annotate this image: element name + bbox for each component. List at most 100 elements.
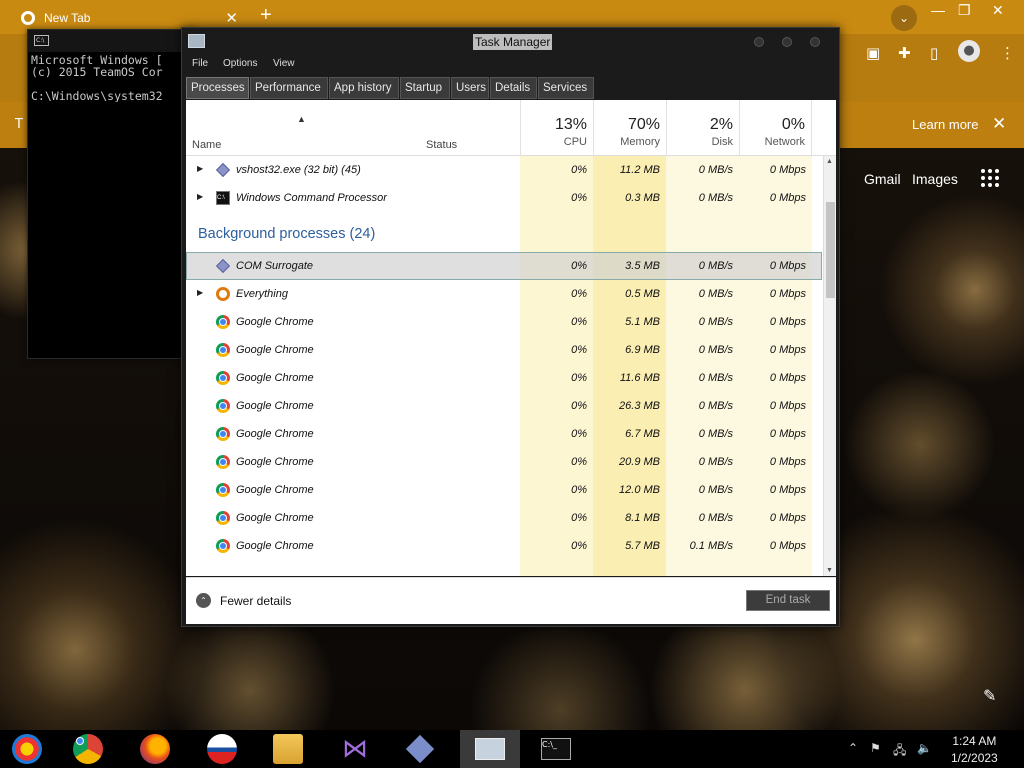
process-network: 0 Mbps <box>769 484 806 496</box>
chrome-icon <box>216 483 230 497</box>
cmd-titlebar[interactable]: C:\ <box>28 30 196 52</box>
process-cpu: 0% <box>571 164 587 176</box>
chrome-tab-icon <box>21 11 35 25</box>
process-network: 0 Mbps <box>769 288 806 300</box>
tab-users[interactable]: Users <box>451 77 489 99</box>
header-network[interactable]: 0% Network <box>739 100 812 156</box>
visual-studio-icon[interactable]: ⋈ <box>340 734 370 764</box>
process-row[interactable]: Google Chrome 0% 26.3 MB 0 MB/s 0 Mbps <box>186 392 822 420</box>
google-apps-icon[interactable] <box>981 169 999 187</box>
menu-file[interactable]: File <box>192 58 208 69</box>
restore-icon[interactable]: ❐ <box>958 2 971 19</box>
tab-app-history[interactable]: App history <box>329 77 399 99</box>
process-row[interactable]: Google Chrome 0% 11.6 MB 0 MB/s 0 Mbps <box>186 364 822 392</box>
expand-chevron-icon[interactable]: ▶ <box>197 192 203 201</box>
process-memory: 5.1 MB <box>625 316 660 328</box>
task-manager-icon[interactable] <box>460 730 520 768</box>
obama-logo-icon[interactable] <box>207 734 237 764</box>
media-center-icon[interactable] <box>12 734 42 764</box>
header-name[interactable]: Name <box>192 139 221 151</box>
header-status[interactable]: Status <box>426 139 457 151</box>
new-tab-button[interactable]: + <box>260 4 272 27</box>
tab-services[interactable]: Services <box>538 77 594 99</box>
process-row[interactable]: ▶ vshost32.exe (32 bit) (45) 0% 11.2 MB 0 MB… <box>186 156 822 184</box>
end-task-button[interactable]: End task <box>746 590 830 611</box>
process-row[interactable]: Google Chrome 0% 5.1 MB 0 MB/s 0 Mbps <box>186 308 822 336</box>
vertical-scrollbar[interactable]: ▲ ▼ <box>823 156 836 576</box>
header-disk[interactable]: 2% Disk <box>666 100 739 156</box>
process-memory: 3.5 MB <box>625 260 660 272</box>
minimize-icon[interactable]: — <box>931 2 945 18</box>
process-network: 0 Mbps <box>769 428 806 440</box>
customize-pencil-icon[interactable]: ✎ <box>983 686 996 705</box>
scroll-up-icon[interactable]: ▲ <box>826 158 833 165</box>
process-network: 0 Mbps <box>769 456 806 468</box>
images-link[interactable]: Images <box>912 171 958 187</box>
header-memory[interactable]: 70% Memory <box>593 100 666 156</box>
chrome-icon <box>216 315 230 329</box>
memory-label: Memory <box>620 136 660 148</box>
cmd-window-icon: C:\ <box>34 35 49 46</box>
process-network: 0 Mbps <box>769 344 806 356</box>
infobar-close-icon[interactable]: ✕ <box>992 114 1006 134</box>
extensions-puzzle-icon[interactable]: ✚ <box>898 44 911 62</box>
expand-chevron-icon[interactable]: ▶ <box>197 288 203 297</box>
cmd-taskbar-icon[interactable]: C:\_ <box>541 738 571 760</box>
profile-avatar-icon[interactable]: ● <box>958 40 980 62</box>
menu-options[interactable]: Options <box>223 58 257 69</box>
tab-processes[interactable]: Processes <box>186 77 249 99</box>
process-row[interactable]: COM Surrogate 0% 3.5 MB 0 MB/s 0 Mbps <box>186 252 822 280</box>
tab-search-chevron-icon[interactable]: ⌄ <box>891 5 917 31</box>
process-memory: 20.9 MB <box>619 456 660 468</box>
side-panel-icon[interactable]: ▯ <box>930 44 938 62</box>
cmd-window[interactable]: C:\ Microsoft Windows [ (c) 2015 TeamOS … <box>27 29 197 359</box>
close-button-icon[interactable] <box>810 37 820 47</box>
process-row[interactable]: Google Chrome 0% 6.7 MB 0 MB/s 0 Mbps <box>186 420 822 448</box>
show-hidden-icons-chevron-icon[interactable]: ⌃ <box>848 741 858 755</box>
process-row[interactable]: ▶ Everything 0% 0.5 MB 0 MB/s 0 Mbps <box>186 280 822 308</box>
learn-more-link[interactable]: Learn more <box>912 117 978 132</box>
expand-chevron-icon[interactable]: ▶ <box>197 164 203 173</box>
process-disk: 0 MB/s <box>698 400 733 412</box>
file-explorer-icon[interactable] <box>273 734 303 764</box>
firefox-icon[interactable] <box>140 734 170 764</box>
action-center-flag-icon[interactable]: ⚑ <box>870 741 881 755</box>
process-network: 0 Mbps <box>769 400 806 412</box>
chrome-icon[interactable] <box>73 734 103 764</box>
process-row[interactable]: Google Chrome 0% 8.1 MB 0 MB/s 0 Mbps <box>186 504 822 532</box>
task-manager-window[interactable]: Task Manager File Options View Processes… <box>181 27 840 627</box>
process-row[interactable]: ▶ C:\ Windows Command Processor 0% 0.3 MB 0 M… <box>186 184 822 212</box>
close-window-icon[interactable]: ✕ <box>992 2 1004 19</box>
network-icon[interactable]: 🖧 <box>893 741 906 762</box>
header-cpu[interactable]: 13% CPU <box>520 100 593 156</box>
process-row[interactable]: Google Chrome 0% 20.9 MB 0 MB/s 0 Mbps <box>186 448 822 476</box>
tab-startup[interactable]: Startup <box>400 77 450 99</box>
process-row[interactable]: Google Chrome 0% 6.9 MB 0 MB/s 0 Mbps <box>186 336 822 364</box>
tab-details[interactable]: Details <box>490 77 537 99</box>
process-name: Google Chrome <box>236 400 314 412</box>
gmail-link[interactable]: Gmail <box>864 171 901 187</box>
process-row[interactable]: Google Chrome 0% 5.7 MB 0.1 MB/s 0 Mbps <box>186 532 822 560</box>
collapse-chevron-icon[interactable]: ⌃ <box>196 593 211 608</box>
task-manager-titlebar[interactable]: Task Manager <box>182 28 839 56</box>
tab-performance[interactable]: Performance <box>250 77 328 99</box>
process-name: Google Chrome <box>236 428 314 440</box>
taskbar-clock[interactable]: 1:24 AM 1/2/2023 <box>951 733 998 767</box>
maximize-button-icon[interactable] <box>782 37 792 47</box>
fewer-details-link[interactable]: Fewer details <box>220 594 291 608</box>
menu-view[interactable]: View <box>273 58 295 69</box>
media-icon[interactable]: ▣ <box>866 44 880 62</box>
more-menu-icon[interactable]: ⋮ <box>1000 44 1015 62</box>
scroll-thumb[interactable] <box>826 202 835 298</box>
process-network: 0 Mbps <box>769 192 806 204</box>
process-row[interactable]: Google Chrome 0% 12.0 MB 0 MB/s 0 Mbps <box>186 476 822 504</box>
chrome-icon <box>216 427 230 441</box>
diamond-app-icon[interactable] <box>405 734 435 764</box>
scroll-down-icon[interactable]: ▼ <box>826 567 833 574</box>
close-tab-icon[interactable]: ✕ <box>225 9 238 27</box>
volume-icon[interactable]: 🔈 <box>917 741 932 755</box>
process-memory: 6.9 MB <box>625 344 660 356</box>
process-memory: 26.3 MB <box>619 400 660 412</box>
background-processes-group[interactable]: Background processes (24) <box>186 212 822 252</box>
minimize-button-icon[interactable] <box>754 37 764 47</box>
